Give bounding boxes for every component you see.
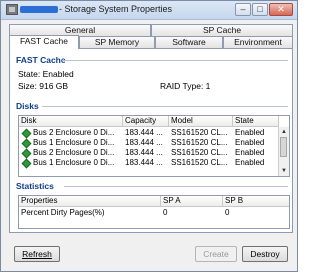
maximize-button[interactable]: □ xyxy=(252,3,268,16)
fast-cache-divider xyxy=(62,60,288,61)
fast-cache-panel: FAST Cache State: Enabled Size: 916 GB R… xyxy=(9,48,293,233)
window-title: - Storage System Properties xyxy=(59,4,173,14)
disk-capacity: 183.444 ... xyxy=(125,128,163,137)
tab-sp-cache[interactable]: SP Cache xyxy=(151,24,293,36)
column-header-capacity[interactable]: Capacity xyxy=(123,116,169,127)
stat-property: Percent Dirty Pages(%) xyxy=(21,208,105,217)
fast-cache-raid-type: RAID Type: 1 xyxy=(160,81,211,91)
scroll-thumb[interactable] xyxy=(280,137,287,157)
disk-capacity: 183.444 ... xyxy=(125,148,163,157)
tab-software[interactable]: Software xyxy=(155,36,223,48)
fast-cache-size: Size: 916 GB xyxy=(18,81,69,91)
statistics-heading: Statistics xyxy=(16,181,54,191)
column-header-properties[interactable]: Properties xyxy=(19,196,161,207)
storage-system-properties-window: - Storage System Properties – □ ✕ Genera… xyxy=(0,0,298,272)
disk-state: Enabled xyxy=(235,158,265,167)
scroll-down-icon[interactable]: ▼ xyxy=(280,167,288,175)
disk-name: Bus 2 Enclosure 0 Di... xyxy=(33,148,115,157)
disk-model: SS161520 CL... xyxy=(171,158,228,167)
disk-name: Bus 1 Enclosure 0 Di... xyxy=(33,158,115,167)
storage-system-icon xyxy=(6,4,18,15)
destroy-button[interactable]: Destroy xyxy=(242,246,288,262)
column-header-disk[interactable]: Disk xyxy=(19,116,123,127)
column-header-sp-b[interactable]: SP B xyxy=(223,196,289,207)
scroll-up-icon[interactable]: ▲ xyxy=(280,128,288,136)
statistics-table[interactable]: Properties SP A SP B Percent Dirty Pages… xyxy=(18,195,290,229)
refresh-label: Refresh xyxy=(22,249,52,259)
column-header-model[interactable]: Model xyxy=(169,116,233,127)
title-bar[interactable]: - Storage System Properties – □ ✕ xyxy=(1,1,297,20)
close-button[interactable]: ✕ xyxy=(269,3,293,16)
fast-cache-heading: FAST Cache xyxy=(16,55,66,65)
disk-capacity: 183.444 ... xyxy=(125,138,163,147)
fast-cache-state: State: Enabled xyxy=(18,69,74,79)
tab-sp-memory[interactable]: SP Memory xyxy=(79,36,155,48)
redacted-system-name xyxy=(20,6,58,13)
destroy-label: Destroy xyxy=(250,249,280,259)
disk-icon xyxy=(21,128,32,139)
disks-scrollbar[interactable]: ▲ ▼ xyxy=(278,127,289,176)
tab-row-bottom: FAST Cache SP Memory Software Environmen… xyxy=(9,35,293,49)
disk-icon xyxy=(21,158,32,169)
disk-model: SS161520 CL... xyxy=(171,148,228,157)
stat-sp-a-value: 0 xyxy=(163,208,168,217)
disk-state: Enabled xyxy=(235,148,265,157)
refresh-button[interactable]: Refresh xyxy=(14,246,60,262)
disk-state: Enabled xyxy=(235,138,265,147)
create-button[interactable]: Create xyxy=(195,246,237,262)
disks-table[interactable]: Disk Capacity Model State Bus 2 Enclosur… xyxy=(18,115,290,177)
disk-model: SS161520 CL... xyxy=(171,138,228,147)
minimize-button[interactable]: – xyxy=(235,3,251,16)
disk-state: Enabled xyxy=(235,128,265,137)
column-header-state[interactable]: State xyxy=(233,116,279,127)
disk-model: SS161520 CL... xyxy=(171,128,228,137)
tab-environment[interactable]: Environment xyxy=(223,36,293,48)
statistics-divider xyxy=(64,186,288,187)
column-header-sp-a[interactable]: SP A xyxy=(161,196,223,207)
disks-divider xyxy=(42,106,288,107)
disk-icon xyxy=(21,148,32,159)
disk-name: Bus 2 Enclosure 0 Di... xyxy=(33,128,115,137)
tab-fast-cache[interactable]: FAST Cache xyxy=(9,35,79,49)
disks-heading: Disks xyxy=(16,101,39,111)
disk-capacity: 183.444 ... xyxy=(125,158,163,167)
create-label: Create xyxy=(203,249,229,259)
stat-sp-b-value: 0 xyxy=(225,208,230,217)
disk-icon xyxy=(21,138,32,149)
disk-name: Bus 1 Enclosure 0 Di... xyxy=(33,138,115,147)
